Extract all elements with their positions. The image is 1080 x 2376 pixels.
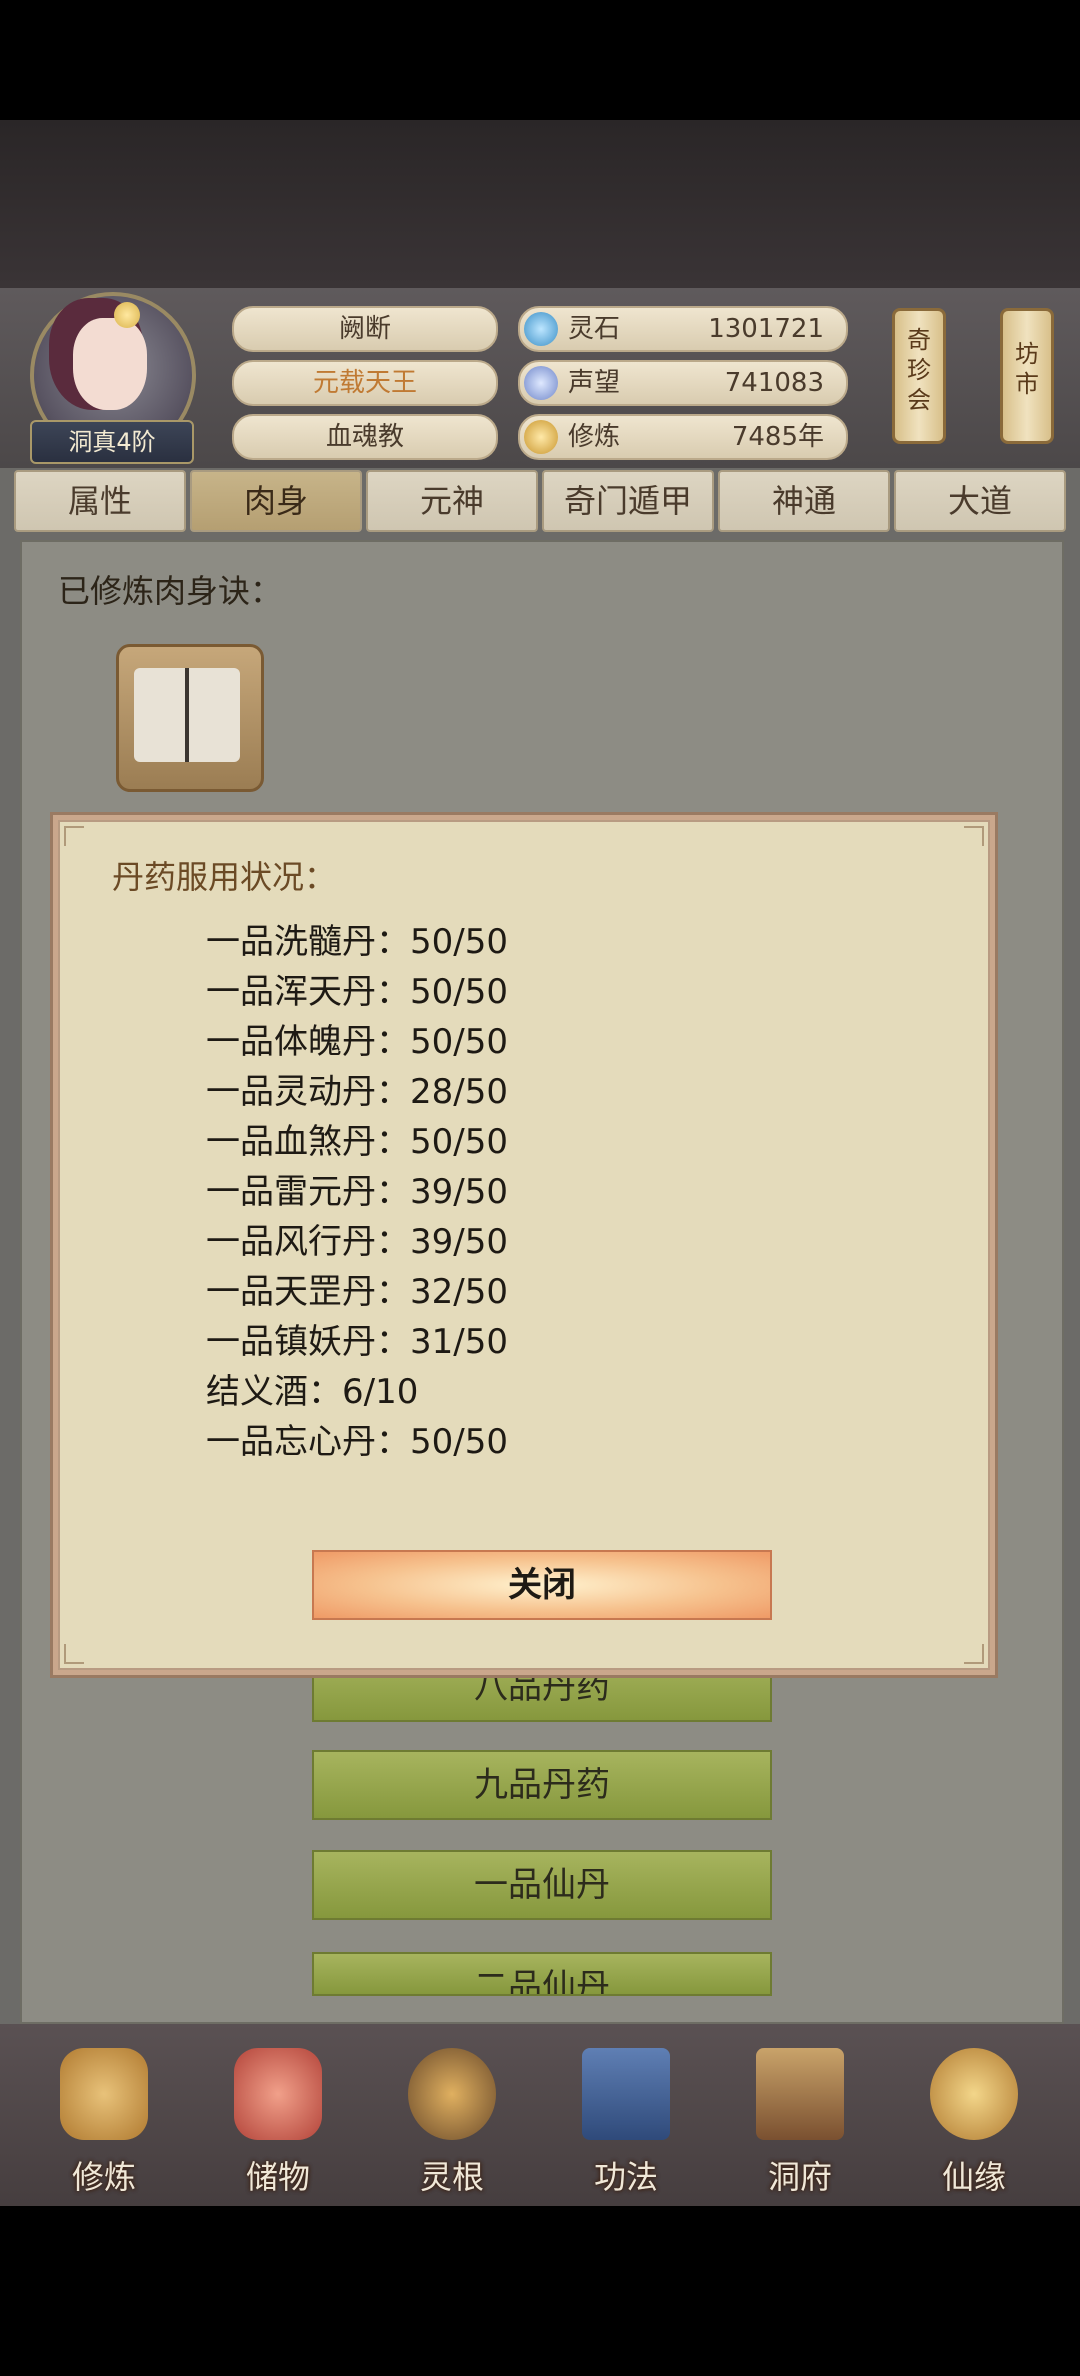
corner-ornament (964, 1644, 984, 1664)
player-sect[interactable]: 血魂教 (232, 414, 498, 460)
pouch-icon (234, 2048, 322, 2140)
market-button[interactable]: 坊 市 (1000, 308, 1054, 444)
spirit-root-icon (408, 2048, 496, 2140)
resource-label: 灵石 (568, 314, 621, 344)
corner-ornament (64, 826, 84, 846)
top-backdrop (0, 120, 1080, 288)
player-name: 阙断 (232, 306, 498, 352)
pill-row: 一品雷元丹：39/50 (206, 1172, 508, 1212)
gourd-icon (930, 2048, 1018, 2140)
reputation-icon (524, 366, 558, 400)
nav-item-cultivate[interactable]: 修炼 (34, 2040, 174, 2200)
tab-attributes[interactable]: 属性 (14, 470, 186, 532)
nav-item-techniques[interactable]: 功法 (556, 2040, 696, 2200)
book-icon (134, 668, 240, 762)
pill-row: 一品浑天丹：50/50 (206, 972, 508, 1012)
grade2-immortal-pills-button[interactable]: 二品仙丹 (312, 1952, 772, 1996)
tab-dao[interactable]: 大道 (894, 470, 1066, 532)
status-bar-area (0, 0, 1080, 120)
pill-row: 一品体魄丹：50/50 (206, 1022, 508, 1062)
spirit-stone-icon (524, 312, 558, 346)
close-button[interactable]: 关闭 (312, 1550, 772, 1620)
bottom-area (0, 2206, 1080, 2376)
pill-row: 一品天罡丹：32/50 (206, 1272, 508, 1312)
corner-ornament (64, 1644, 84, 1664)
flower-icon (114, 302, 140, 328)
nav-label: 仙缘 (941, 2158, 1006, 2196)
tab-spirit[interactable]: 元神 (366, 470, 538, 532)
pill-row: 一品忘心丹：50/50 (206, 1422, 508, 1462)
rank-badge: 洞真4阶 (30, 420, 194, 464)
corner-ornament (964, 826, 984, 846)
cultivate-icon (60, 2048, 148, 2140)
nav-item-fortune[interactable]: 仙缘 (904, 2040, 1044, 2200)
nav-label: 灵根 (419, 2158, 484, 2196)
pill-row: 一品血煞丹：50/50 (206, 1122, 508, 1162)
nav-item-spirit-root[interactable]: 灵根 (382, 2040, 522, 2200)
grade9-pills-button[interactable]: 九品丹药 (312, 1750, 772, 1820)
nav-label: 修炼 (71, 2158, 136, 2196)
tab-qimen[interactable]: 奇门遁甲 (542, 470, 714, 532)
resource-spirit-stone: 灵石 1301721 (518, 306, 848, 352)
pill-row: 结义酒：6/10 (206, 1372, 419, 1412)
player-title[interactable]: 元载天王 (232, 360, 498, 406)
dialog-title: 丹药服用状况： (112, 858, 337, 896)
cultivation-icon (524, 420, 558, 454)
resource-label: 修炼 (568, 422, 621, 452)
pill-row: 一品灵动丹：28/50 (206, 1072, 508, 1112)
treasure-fair-button[interactable]: 奇 珍 会 (892, 308, 946, 444)
nav-item-cave[interactable]: 洞府 (730, 2040, 870, 2200)
tab-body[interactable]: 肉身 (190, 470, 362, 532)
pill-status-dialog (58, 820, 990, 1670)
resource-cultivation: 修炼 7485年 (518, 414, 848, 460)
pill-row: 一品镇妖丹：31/50 (206, 1322, 508, 1362)
grade1-immortal-pills-button[interactable]: 一品仙丹 (312, 1850, 772, 1920)
resource-label: 声望 (568, 368, 621, 398)
resource-value: 741083 (724, 368, 824, 398)
pill-row: 一品风行丹：39/50 (206, 1222, 508, 1262)
nav-label: 功法 (593, 2158, 658, 2196)
nav-item-storage[interactable]: 储物 (208, 2040, 348, 2200)
avatar-portrait (73, 318, 147, 410)
resource-value: 1301721 (708, 314, 824, 344)
nav-label: 洞府 (767, 2158, 832, 2196)
manual-icon (582, 2048, 670, 2140)
cave-icon (756, 2048, 844, 2140)
resource-value: 7485年 (731, 422, 824, 452)
tab-bar: 属性 肉身 元神 奇门遁甲 神通 大道 (14, 470, 1066, 532)
resource-reputation: 声望 741083 (518, 360, 848, 406)
tab-abilities[interactable]: 神通 (718, 470, 890, 532)
pill-row: 一品洗髓丹：50/50 (206, 922, 508, 962)
section-title: 已修炼肉身诀： (58, 572, 283, 610)
nav-label: 储物 (245, 2158, 310, 2196)
